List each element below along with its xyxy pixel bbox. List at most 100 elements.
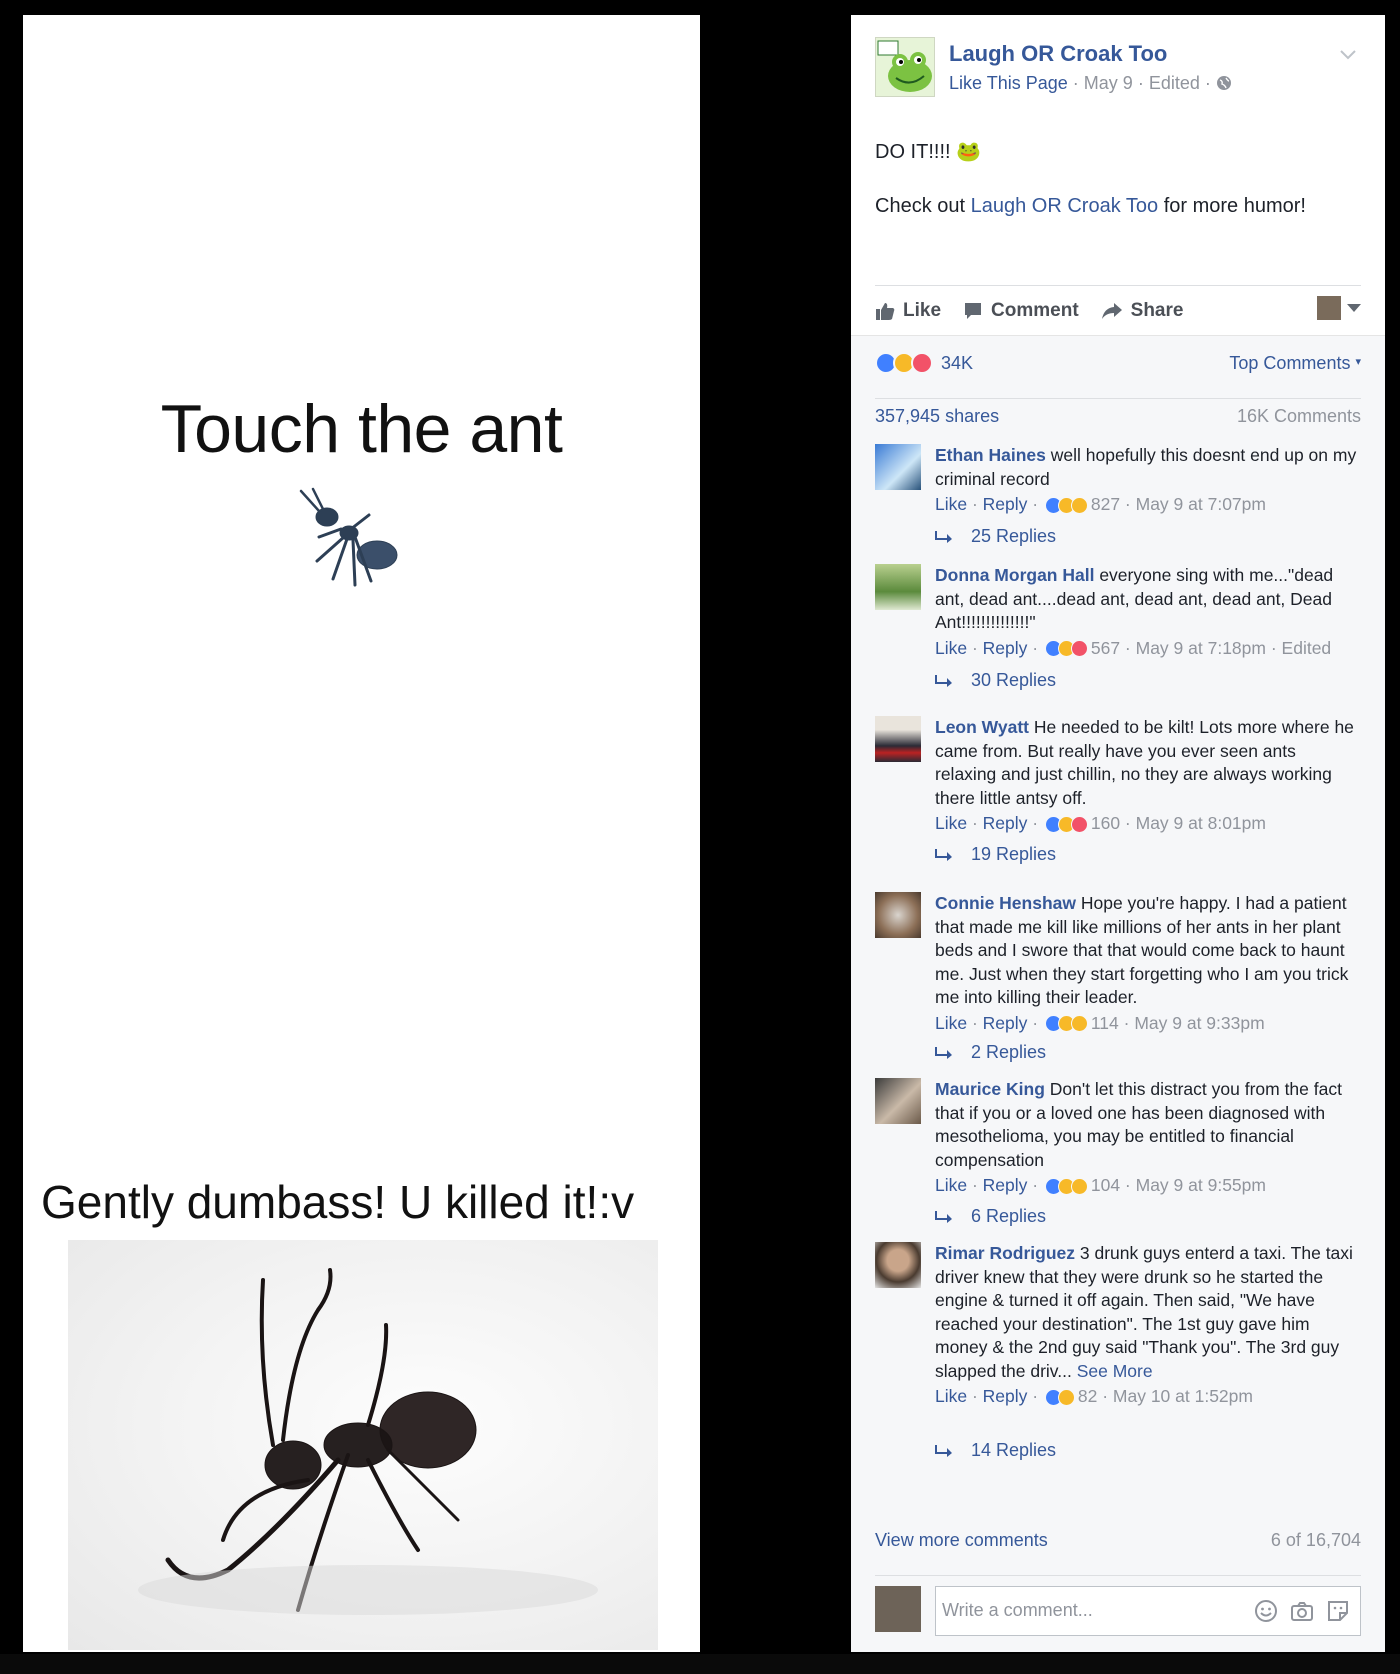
camera-icon[interactable] [1290, 1599, 1314, 1623]
caret-down-icon: ▾ [1355, 355, 1361, 368]
comments-section: 34K Top Comments ▾ 357,945 shares 16K Co… [851, 335, 1385, 1652]
comment-button[interactable]: Comment [963, 300, 1079, 322]
commenter-avatar[interactable] [875, 892, 921, 938]
view-replies-link[interactable]: 19 Replies [935, 844, 1056, 865]
see-more-link[interactable]: See More [1077, 1361, 1153, 1381]
comment-time[interactable]: May 10 at 1:52pm [1113, 1386, 1253, 1406]
comment-time[interactable]: May 9 at 9:55pm [1136, 1175, 1266, 1195]
top-comments-dropdown[interactable]: Top Comments ▾ [1229, 353, 1361, 374]
share-button-label: Share [1130, 299, 1184, 321]
comment-reply-link[interactable]: Reply [983, 1175, 1028, 1195]
comment-author[interactable]: Donna Morgan Hall [935, 565, 1094, 585]
replies-label: 30 Replies [971, 670, 1057, 690]
shares-count[interactable]: 357,945 shares [875, 406, 999, 428]
comment-icon [965, 302, 982, 319]
comment-like-link[interactable]: Like [935, 638, 967, 658]
comment-button-label: Comment [991, 299, 1079, 321]
comment-like-link[interactable]: Like [935, 494, 967, 514]
comment-like-link[interactable]: Like [935, 813, 967, 833]
wow-reaction-icon [1070, 496, 1088, 514]
comment-reactions[interactable] [1044, 640, 1088, 658]
like-page-link[interactable]: Like This Page [949, 73, 1068, 93]
view-replies-link[interactable]: 14 Replies [935, 1440, 1056, 1461]
love-reaction-icon [1070, 815, 1088, 833]
comment-author[interactable]: Ethan Haines [935, 445, 1046, 465]
comment-item: Connie Henshaw Hope you're happy. I had … [875, 892, 1365, 1062]
page-mention-link[interactable]: Laugh OR Croak Too [971, 195, 1159, 217]
post-text: DO IT!!!! 🐸 Check out Laugh OR Croak Too… [875, 125, 1365, 233]
view-replies-link[interactable]: 25 Replies [935, 526, 1056, 547]
post-date[interactable]: May 9 [1084, 73, 1133, 93]
dead-ant-icon [138, 1268, 598, 1615]
comment-time[interactable]: May 9 at 8:01pm [1136, 813, 1266, 833]
comment-reactions[interactable] [1044, 1388, 1075, 1406]
comment-time[interactable]: May 9 at 7:07pm [1136, 494, 1266, 514]
comment-reply-link[interactable]: Reply [983, 813, 1028, 833]
top-comments-label: Top Comments [1229, 352, 1351, 373]
comment-author[interactable]: Connie Henshaw [935, 893, 1076, 913]
comment-author[interactable]: Rimar Rodriguez [935, 1243, 1075, 1263]
page-name-link[interactable]: Laugh OR Croak Too [949, 41, 1167, 67]
comment-input-icons [1242, 1599, 1350, 1623]
comment-input[interactable] [936, 1587, 1216, 1633]
post-edited[interactable]: Edited [1149, 73, 1200, 93]
comment-reply-link[interactable]: Reply [983, 494, 1028, 514]
meta-separator: · [1072, 73, 1084, 93]
commenter-avatar[interactable] [875, 1078, 921, 1124]
post-text-suffix: for more humor! [1158, 195, 1306, 217]
commenter-avatar[interactable] [875, 564, 921, 610]
sad-reaction-icon [1070, 1177, 1088, 1195]
comment-input-box[interactable] [935, 1586, 1361, 1636]
commenter-avatar[interactable] [875, 444, 921, 490]
replies-label: 6 Replies [971, 1206, 1047, 1226]
thumbs-up-icon [876, 302, 895, 320]
view-replies-link[interactable]: 30 Replies [935, 670, 1056, 691]
post-sidebar: Laugh OR Croak Too Like This Page · May … [851, 15, 1385, 1652]
share-button[interactable]: Share [1101, 299, 1184, 322]
view-more-row: View more comments 6 of 16,704 [875, 1530, 1361, 1551]
emoji-icon[interactable] [1254, 1599, 1278, 1623]
commenter-avatar[interactable] [875, 716, 921, 762]
commenter-avatar[interactable] [875, 1242, 921, 1288]
like-button[interactable]: Like [875, 300, 941, 322]
post-photo[interactable]: Touch the ant Gently dumbass! U killed i… [23, 15, 700, 1652]
comment-time[interactable]: May 9 at 9:33pm [1134, 1013, 1264, 1033]
page-avatar[interactable] [875, 37, 935, 97]
view-replies-link[interactable]: 2 Replies [935, 1042, 1046, 1063]
view-more-comments-link[interactable]: View more comments [875, 1530, 1048, 1551]
view-replies-link[interactable]: 6 Replies [935, 1206, 1046, 1227]
comment-reply-link[interactable]: Reply [983, 638, 1028, 658]
haha-reaction-icon [1057, 1388, 1075, 1406]
comment-reactions[interactable] [1044, 815, 1088, 833]
share-arrow-icon [1101, 302, 1122, 319]
comment-reactions[interactable] [1044, 1177, 1088, 1195]
comment-reactions[interactable] [1044, 496, 1088, 514]
comment-item: Donna Morgan Hall everyone sing with me.… [875, 564, 1365, 714]
comments-pagination: 6 of 16,704 [1270, 1530, 1361, 1550]
comment-author[interactable]: Leon Wyatt [935, 717, 1029, 737]
replies-label: 2 Replies [971, 1042, 1047, 1062]
current-user-avatar[interactable] [875, 1586, 921, 1632]
comment-item: Ethan Haines well hopefully this doesnt … [875, 444, 1365, 574]
comment-edited[interactable]: Edited [1282, 638, 1332, 658]
sticker-icon[interactable] [1326, 1599, 1350, 1623]
comment-like-link[interactable]: Like [935, 1386, 967, 1406]
chevron-down-icon[interactable] [1337, 43, 1359, 65]
comment-reply-link[interactable]: Reply [983, 1013, 1028, 1033]
reaction-count[interactable]: 34K [941, 353, 973, 374]
comment-reaction-count: 160 [1090, 813, 1121, 833]
comment-time[interactable]: May 9 at 7:18pm [1136, 638, 1266, 658]
reactions-summary[interactable]: 34K Top Comments ▾ [875, 348, 1361, 378]
reply-arrow-icon [935, 1046, 952, 1059]
comment-reactions[interactable] [1044, 1015, 1088, 1033]
replies-label: 19 Replies [971, 844, 1057, 864]
comment-reply-link[interactable]: Reply [983, 1386, 1028, 1406]
comment-author[interactable]: Maurice King [935, 1079, 1045, 1099]
comments-count: 16K Comments [1236, 406, 1361, 426]
comment-item: Leon Wyatt He needed to be kilt! Lots mo… [875, 716, 1365, 876]
comment-like-link[interactable]: Like [935, 1175, 967, 1195]
audience-selector[interactable] [1317, 296, 1361, 320]
reply-arrow-icon [935, 848, 952, 861]
comment-like-link[interactable]: Like [935, 1013, 967, 1033]
meta-separator: · [1204, 73, 1216, 93]
